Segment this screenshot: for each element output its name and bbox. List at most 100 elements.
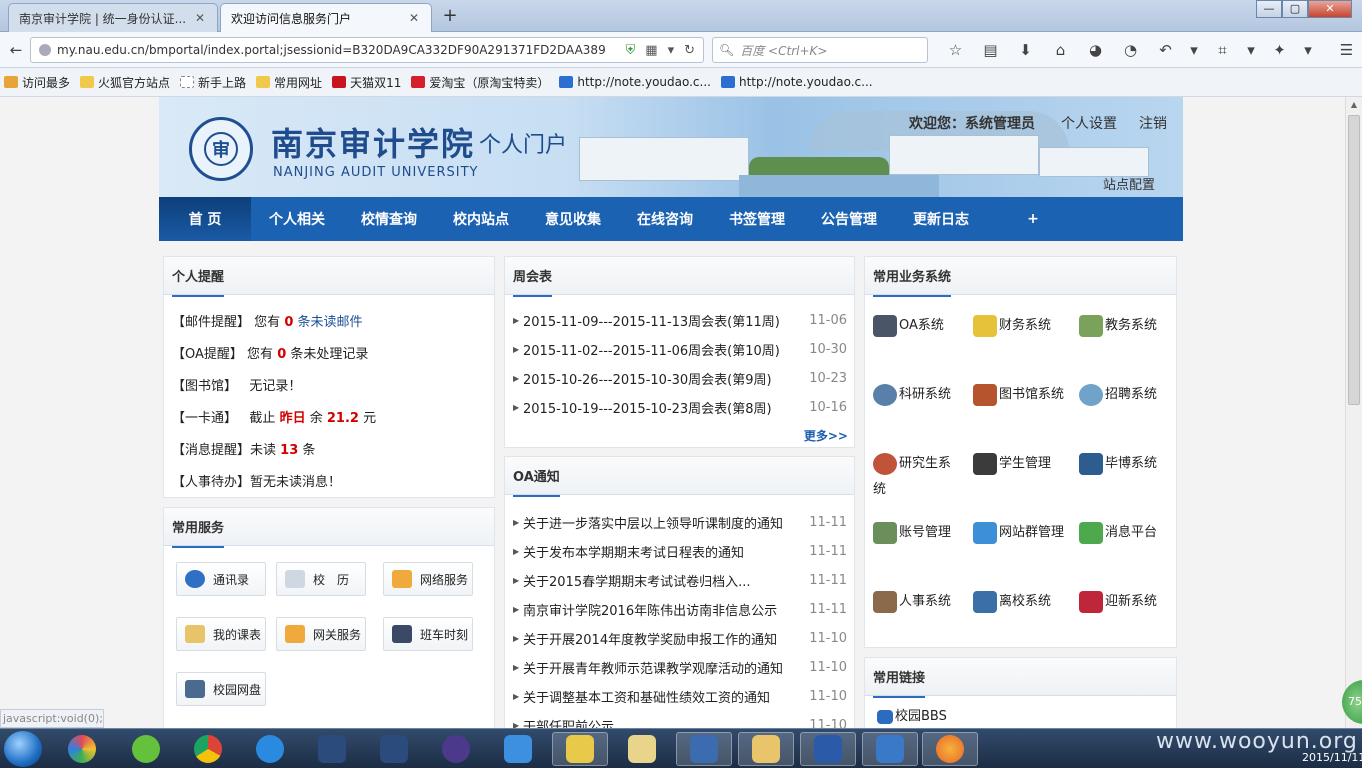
system-enroll-link[interactable]: 迎新系统: [1079, 589, 1159, 615]
system-leave-link[interactable]: 离校系统: [973, 589, 1069, 615]
taskbar-word[interactable]: [800, 732, 856, 766]
nav-changelog[interactable]: 更新日志: [895, 197, 987, 241]
list-item[interactable]: ▶ 2015-11-09---2015-11-13周会表(第11周) 11-06: [513, 311, 847, 330]
undo-icon[interactable]: ↶: [1148, 37, 1183, 63]
dropdown-icon[interactable]: ▾: [1240, 37, 1262, 63]
shield-icon[interactable]: ⛨: [626, 43, 636, 58]
chat-icon[interactable]: ◕: [1078, 37, 1113, 63]
site-info-icon[interactable]: [39, 44, 51, 56]
system-recruit-link[interactable]: 招聘系统: [1079, 382, 1159, 408]
bookmark-youdao-1[interactable]: http://note.youdao.c...: [559, 75, 711, 89]
system-finance-link[interactable]: 财务系统: [973, 313, 1069, 339]
service-contacts-button[interactable]: 通讯录: [176, 562, 266, 596]
url-bar[interactable]: my.nau.edu.cn/bmportal/index.portal;jses…: [30, 37, 704, 63]
service-schedule-button[interactable]: 我的课表: [176, 617, 266, 651]
maximize-button[interactable]: ▢: [1282, 0, 1308, 18]
menu-icon[interactable]: ☰: [1329, 37, 1362, 63]
reading-list-icon[interactable]: ▤: [973, 37, 1008, 63]
system-clock[interactable]: 2015/11/11: [1302, 751, 1362, 764]
taskbar-note[interactable]: [490, 732, 546, 766]
bookmark-common-sites[interactable]: 常用网址: [256, 74, 322, 91]
list-item[interactable]: ▶ 2015-11-02---2015-11-06周会表(第10周) 10-30: [513, 340, 847, 359]
system-hr-link[interactable]: 人事系统: [873, 589, 969, 615]
system-library-link[interactable]: 图书馆系统: [973, 382, 1069, 408]
taskbar-firefox[interactable]: [922, 732, 978, 766]
list-item[interactable]: ▶ 2015-10-26---2015-10-30周会表(第9周) 10-23: [513, 369, 847, 388]
start-orb-icon[interactable]: [4, 731, 42, 767]
link-bbs[interactable]: 校园BBS: [877, 704, 1037, 728]
personal-settings-link[interactable]: 个人设置: [1061, 113, 1117, 133]
list-item[interactable]: ▶ 关于进一步落实中层以上领导听课制度的通知 11-11: [513, 513, 847, 532]
qr-code-icon[interactable]: ▦: [645, 43, 657, 58]
list-item[interactable]: ▶ 关于发布本学期期末考试日程表的通知 11-11: [513, 542, 847, 561]
tab-portal[interactable]: 欢迎访问信息服务门户 ✕: [220, 3, 432, 32]
bookmark-most-visited[interactable]: 访问最多: [4, 74, 70, 91]
scroll-thumb[interactable]: [1348, 115, 1360, 405]
service-network-button[interactable]: 网络服务: [383, 562, 473, 596]
scroll-up-icon[interactable]: ▲: [1346, 97, 1362, 113]
taskbar-tasks[interactable]: [862, 732, 918, 766]
nav-feedback[interactable]: 意见收集: [527, 197, 619, 241]
service-calendar-button[interactable]: 校 历: [276, 562, 366, 596]
taskbar-network[interactable]: [552, 732, 608, 766]
reload-icon[interactable]: ↻: [684, 43, 695, 58]
site-config-link[interactable]: 站点配置: [1103, 174, 1155, 193]
system-bb-link[interactable]: 毕博系统: [1079, 451, 1159, 477]
bookmark-ai-taobao[interactable]: 爱淘宝（原淘宝特卖）: [411, 74, 549, 91]
dropdown-icon[interactable]: ▾: [1297, 37, 1319, 63]
minimize-button[interactable]: —: [1256, 0, 1282, 18]
close-window-button[interactable]: ✕: [1308, 0, 1352, 18]
taskbar-app-8b[interactable]: [366, 732, 422, 766]
taskbar-folder[interactable]: [614, 732, 670, 766]
system-student-link[interactable]: 学生管理: [973, 451, 1069, 477]
system-message-link[interactable]: 消息平台: [1079, 520, 1159, 546]
service-bus-button[interactable]: 班车时刻: [383, 617, 473, 651]
reminder-oa[interactable]: 【OA提醒】 您有 0 条未处理记录: [172, 343, 368, 362]
taskbar-chrome[interactable]: [180, 732, 236, 766]
system-website-link[interactable]: 网站群管理: [973, 520, 1077, 546]
nav-announcements[interactable]: 公告管理: [803, 197, 895, 241]
bookmark-firefox-sites[interactable]: 火狐官方站点: [80, 74, 170, 91]
taskbar-eclipse[interactable]: [428, 732, 484, 766]
list-item[interactable]: ▶ 关于开展2014年度教学奖励申报工作的通知 11-10: [513, 629, 847, 648]
nav-personal[interactable]: 个人相关: [251, 197, 343, 241]
nav-campus-sites[interactable]: 校内站点: [435, 197, 527, 241]
system-academic-link[interactable]: 教务系统: [1079, 313, 1159, 339]
bookmark-star-icon[interactable]: ☆: [938, 37, 973, 63]
nav-online-consult[interactable]: 在线咨询: [619, 197, 711, 241]
system-research-link[interactable]: 科研系统: [873, 382, 969, 408]
bookmark-getting-started[interactable]: 新手上路: [180, 74, 246, 91]
page-scrollbar[interactable]: ▲ ▼: [1345, 97, 1362, 728]
logout-link[interactable]: 注销: [1139, 113, 1167, 133]
list-item[interactable]: ▶ 南京审计学院2016年陈伟出访南非信息公示 11-11: [513, 600, 847, 619]
new-tab-button[interactable]: +: [438, 4, 462, 28]
list-item[interactable]: ▶ 关于调整基本工资和基础性绩效工资的通知 11-10: [513, 687, 847, 706]
close-tab-icon[interactable]: ✕: [407, 11, 421, 25]
bookmark-youdao-2[interactable]: http://note.youdao.c...: [720, 75, 873, 89]
taskbar-ie[interactable]: [242, 732, 298, 766]
taskbar-explorer[interactable]: [738, 732, 794, 766]
tab-nau-auth[interactable]: 南京审计学院 | 统一身份认证... ✕: [8, 3, 218, 32]
nav-add-button[interactable]: +: [987, 197, 1079, 241]
message-icon[interactable]: ◔: [1113, 37, 1148, 63]
nav-home[interactable]: 首 页: [159, 197, 251, 241]
dropdown-icon[interactable]: ▾: [668, 43, 675, 58]
crop-icon[interactable]: ⌗: [1205, 37, 1240, 63]
extension-icon[interactable]: ✦: [1262, 37, 1297, 63]
system-account-link[interactable]: 账号管理: [873, 520, 969, 546]
list-item[interactable]: ▶ 关于开展青年教师示范课教学观摩活动的通知 11-10: [513, 658, 847, 677]
more-link[interactable]: 更多>>: [804, 427, 848, 444]
taskbar-remote[interactable]: [676, 732, 732, 766]
list-item[interactable]: ▶ 干部任职前公示 11-10: [513, 716, 847, 728]
taskbar-app-8[interactable]: [304, 732, 360, 766]
reminder-message[interactable]: 【消息提醒】未读 13 条: [172, 439, 315, 458]
nav-campus-query[interactable]: 校情查询: [343, 197, 435, 241]
list-item[interactable]: ▶ 2015-10-19---2015-10-23周会表(第8周) 10-16: [513, 398, 847, 417]
nav-bookmarks[interactable]: 书签管理: [711, 197, 803, 241]
search-box[interactable]: 🔍︎ 百度 <Ctrl+K>: [712, 37, 928, 63]
url-text[interactable]: my.nau.edu.cn/bmportal/index.portal;jses…: [57, 43, 626, 57]
taskbar-colorful-app[interactable]: [54, 732, 110, 766]
home-icon[interactable]: ⌂: [1043, 37, 1078, 63]
list-item[interactable]: ▶ 关于2015春学期期末考试试卷归档入... 11-11: [513, 571, 847, 590]
download-icon[interactable]: ⬇: [1008, 37, 1043, 63]
